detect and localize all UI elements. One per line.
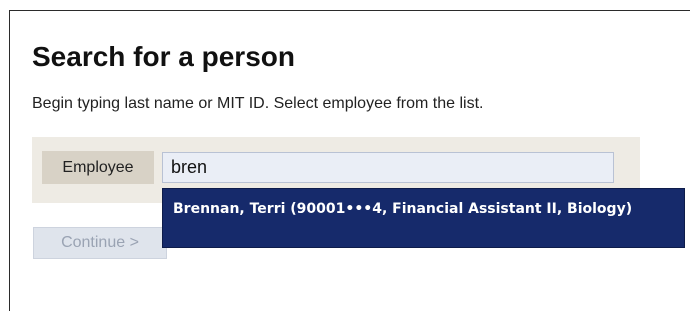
autocomplete-suggestions: Brennan, Terri (90001•••4, Financial Ass…: [162, 188, 685, 248]
continue-button[interactable]: Continue >: [33, 227, 167, 259]
page-title: Search for a person: [32, 41, 295, 72]
employee-field-label: Employee: [42, 151, 154, 184]
suggestion-item[interactable]: Brennan, Terri (90001•••4, Financial Ass…: [163, 189, 684, 247]
employee-search-input[interactable]: [162, 152, 614, 183]
instructions-text: Begin typing last name or MIT ID. Select…: [32, 95, 484, 112]
